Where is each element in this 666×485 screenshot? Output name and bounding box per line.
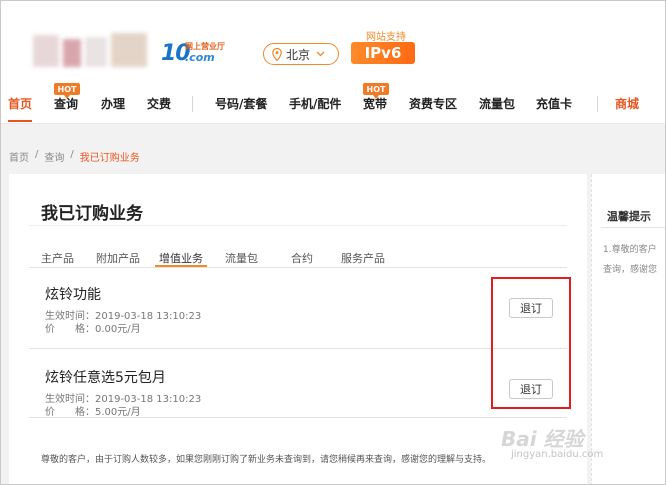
logo-com-text: .com — [185, 51, 215, 64]
breadcrumb-home[interactable]: 首页 — [9, 149, 29, 164]
tabs-divider — [29, 267, 567, 268]
nav-item-data-pack[interactable]: 流量包 — [479, 95, 515, 112]
page-title: 我已订购业务 — [41, 204, 143, 224]
breadcrumb-query[interactable]: 查询 — [44, 149, 64, 164]
nav-item-number-plan[interactable]: 号码/套餐 — [215, 95, 267, 112]
nav-active-indicator — [8, 120, 32, 122]
nav-item-pay[interactable]: 交费 — [147, 95, 171, 112]
ipv6-badge: IPv6 — [351, 42, 415, 64]
nav-item-phone-accessories[interactable]: 手机/配件 — [289, 95, 341, 112]
location-pin-icon — [272, 47, 282, 61]
city-name: 北京 — [286, 47, 311, 62]
nav-item-home[interactable]: 首页 — [8, 95, 32, 112]
service-name: 炫铃功能 — [45, 287, 101, 303]
chevron-down-icon — [316, 51, 325, 57]
tips-text: 1.尊敬的客户 — [603, 245, 657, 255]
tab-value-added[interactable]: 增值业务 — [159, 250, 203, 266]
breadcrumb-separator: / — [35, 149, 39, 160]
tab-data-pack[interactable]: 流量包 — [225, 250, 258, 266]
service-price: 价 格：5.00元/月 — [45, 407, 141, 418]
nav-divider — [597, 96, 598, 112]
nav-item-tariff[interactable]: 资费专区 — [409, 95, 457, 112]
service-price: 价 格：0.00元/月 — [45, 324, 141, 335]
breadcrumb-current: 我已订购业务 — [79, 153, 140, 164]
nav-item-query[interactable]: 查询 — [54, 95, 78, 112]
blurred-logo-image — [33, 33, 163, 77]
highlight-annotation-box — [491, 277, 571, 409]
watermark: Bai 经验 — [501, 427, 584, 451]
row-divider — [29, 417, 567, 418]
nav-item-mall[interactable]: 商城 — [615, 95, 639, 112]
tab-addon-product[interactable]: 附加产品 — [96, 250, 140, 266]
tips-divider — [601, 227, 665, 228]
page-frame: 10 网上营业厅 .com 北京 网站支持 IPv6 HOT HOT 首页 查询… — [0, 0, 666, 485]
notice-text: 尊敬的客户，由于订购人数较多，如果您刚刚订购了新业务未查询到，请您稍候再来查询，… — [41, 455, 492, 465]
ipv6-support-label: 网站支持 — [366, 32, 406, 43]
tips-text: 查询，感谢您 — [603, 265, 658, 275]
breadcrumb: 首页 / 查询 / 我已订购业务 — [9, 149, 140, 164]
nav-item-handle[interactable]: 办理 — [101, 95, 125, 112]
nav-item-recharge-card[interactable]: 充值卡 — [536, 95, 572, 112]
city-selector[interactable]: 北京 — [263, 43, 339, 65]
tab-main-product[interactable]: 主产品 — [41, 250, 74, 266]
tab-service-product[interactable]: 服务产品 — [341, 250, 385, 266]
tab-contract[interactable]: 合约 — [291, 250, 313, 266]
nav-item-broadband[interactable]: 宽带 — [363, 95, 387, 112]
tips-title: 温馨提示 — [607, 210, 651, 223]
title-divider — [29, 225, 567, 226]
row-divider — [29, 348, 567, 349]
service-name: 炫铃任意选5元包月 — [45, 370, 166, 386]
main-nav: 首页 查询 办理 交费 号码/套餐 手机/配件 宽带 资费专区 流量包 充值卡 … — [1, 91, 665, 119]
brand-logo[interactable]: 10 网上营业厅 .com — [161, 41, 225, 66]
nav-divider — [192, 96, 193, 112]
watermark-url: jingyan.baidu.com — [511, 449, 604, 460]
breadcrumb-separator: / — [70, 149, 74, 160]
